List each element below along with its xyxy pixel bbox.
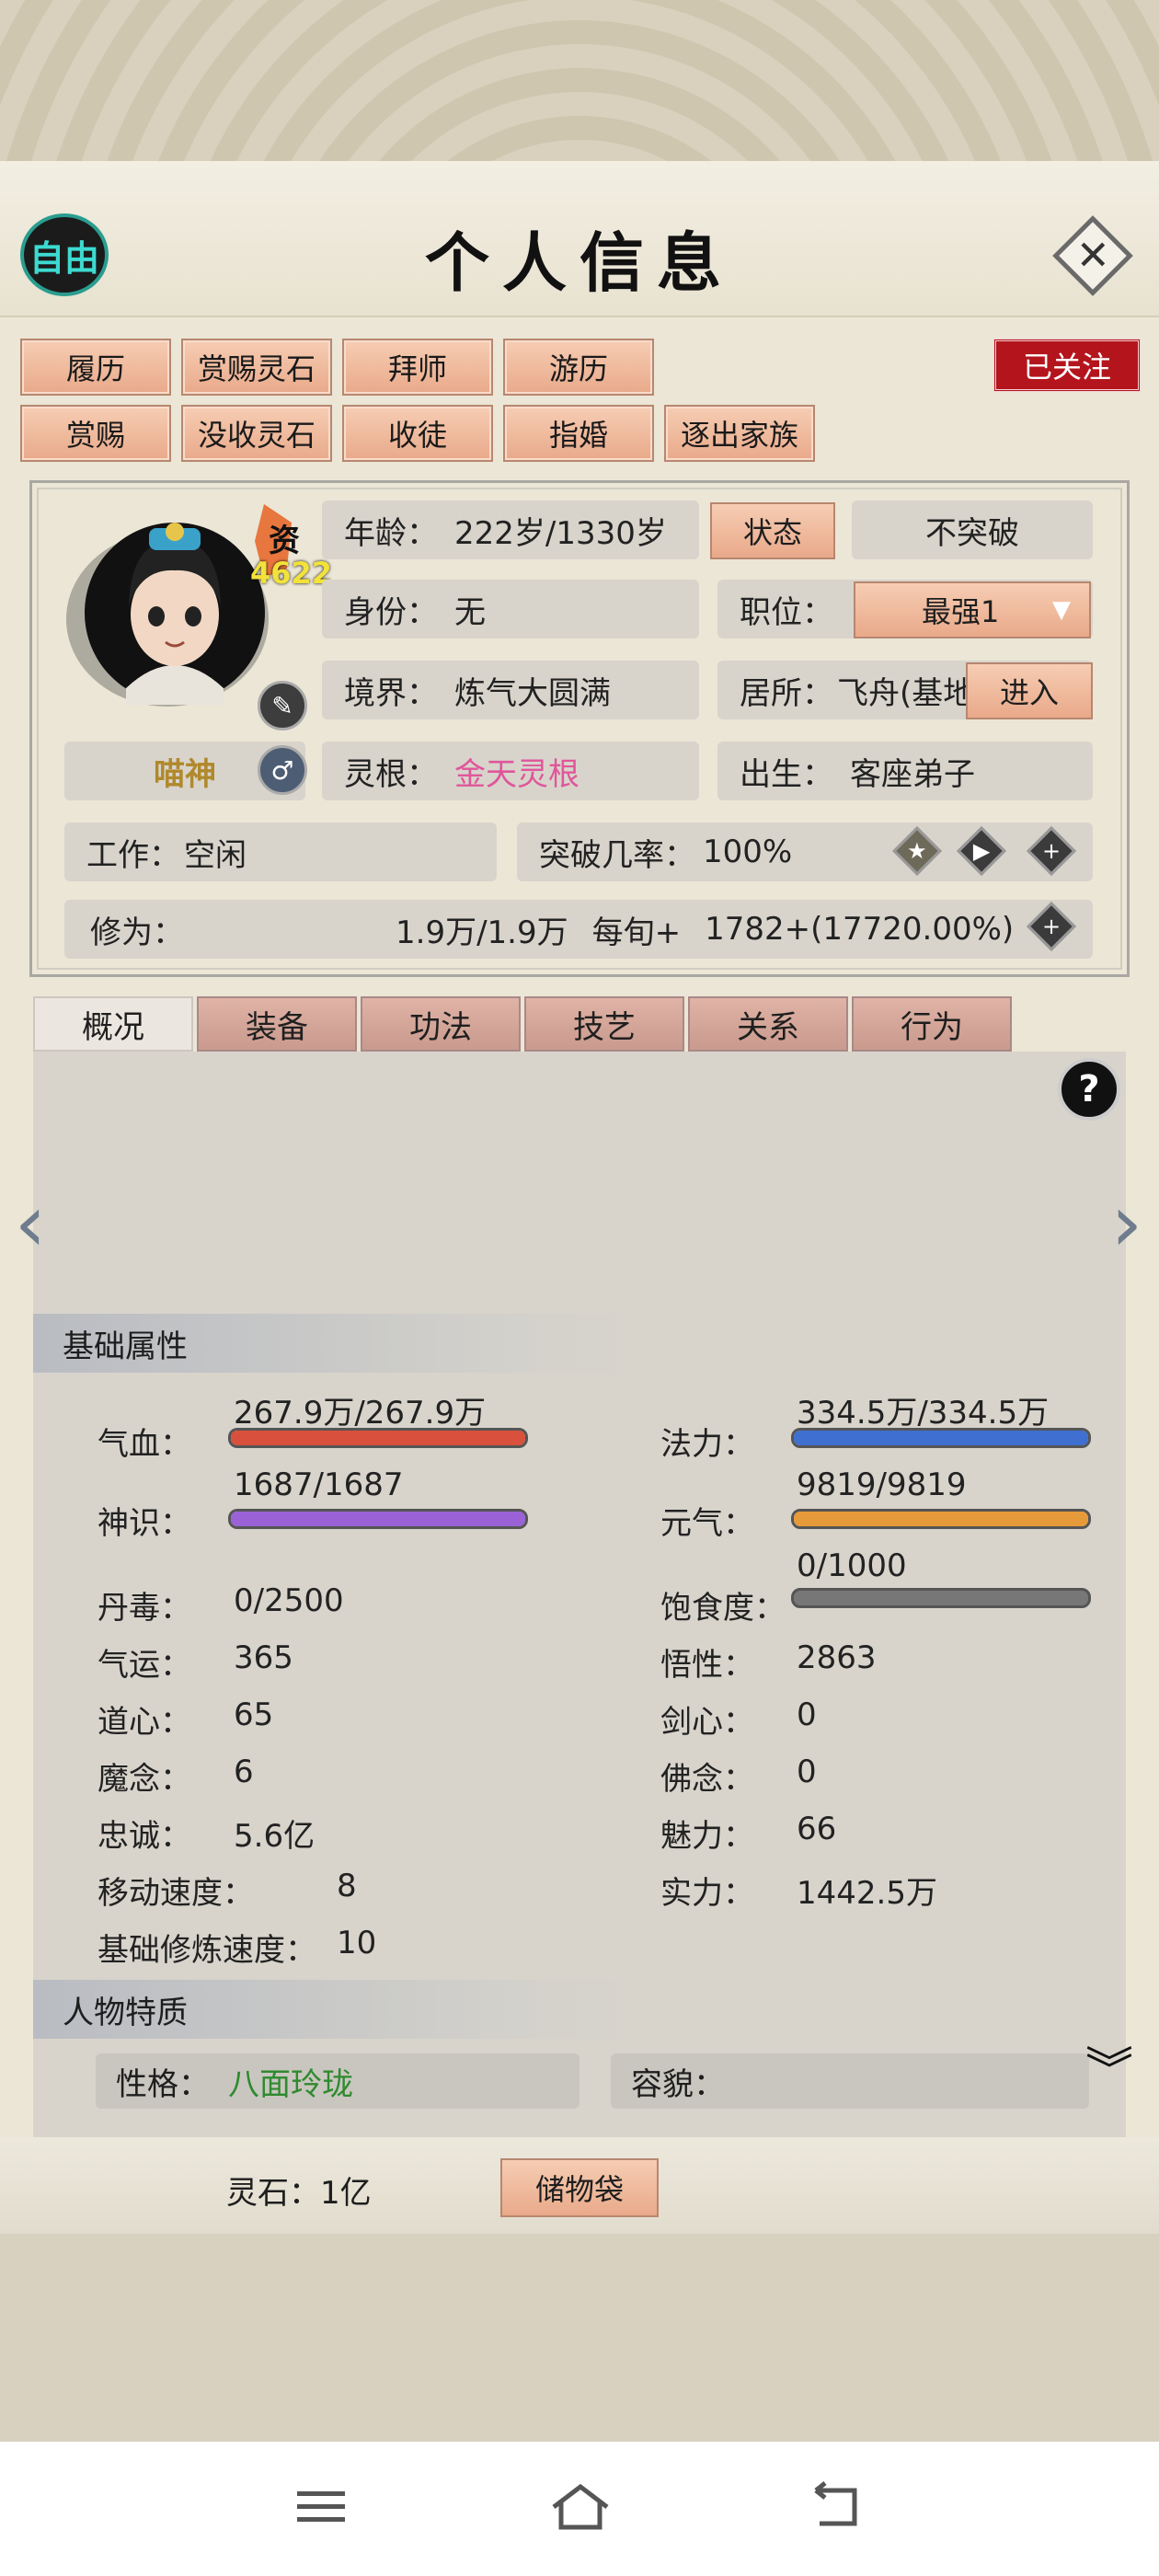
personality-field: 性格： 八面玲珑 xyxy=(96,2053,580,2109)
male-icon: ♂ xyxy=(258,745,307,795)
storage-bag-button[interactable]: 储物袋 xyxy=(500,2158,659,2217)
travel-button[interactable]: 游历 xyxy=(503,339,654,396)
reward-stones-button[interactable]: 赏赐灵石 xyxy=(181,339,332,396)
mp-bar xyxy=(791,1428,1091,1448)
tab-skills[interactable]: 功法 xyxy=(361,996,521,1052)
breakthrough-icon[interactable]: ★ xyxy=(892,826,942,876)
looks-field: 容貌： xyxy=(611,2053,1089,2109)
sense-bar xyxy=(228,1509,528,1529)
dao-label: 道心： xyxy=(98,1704,191,1741)
age-field: 年龄： 222岁/1330岁 xyxy=(322,500,699,559)
back-icon[interactable] xyxy=(795,2475,878,2539)
speed-value: 8 xyxy=(337,1868,357,1904)
speed-label: 移动速度： xyxy=(98,1875,254,1912)
status-button[interactable]: 状态 xyxy=(710,502,835,559)
hp-value: 267.9万/267.9万 xyxy=(234,1395,487,1432)
power-value: 1442.5万 xyxy=(797,1875,937,1912)
train-speed-label: 基础修炼速度： xyxy=(98,1932,316,1969)
history-button[interactable]: 履历 xyxy=(20,339,171,396)
take-master-button[interactable]: 拜师 xyxy=(342,339,493,396)
help-button[interactable]: ? xyxy=(1058,1058,1120,1121)
enter-button[interactable]: 进入 xyxy=(966,662,1093,719)
page-title: 个人信息 xyxy=(425,224,734,301)
wisdom-value: 2863 xyxy=(797,1639,877,1676)
mode-badge[interactable]: 自由 xyxy=(20,213,109,296)
basic-attributes-header: 基础属性 xyxy=(33,1314,640,1373)
cultivation-field: 修为： 1.9万/1.9万 每旬+ 1782+(17720.00%) xyxy=(64,900,1093,959)
follow-badge[interactable]: 已关注 xyxy=(993,339,1141,392)
work-field: 工作： 空闲 xyxy=(64,822,497,881)
home-icon[interactable] xyxy=(539,2475,622,2539)
tab-crafts[interactable]: 技艺 xyxy=(524,996,684,1052)
tab-equipment[interactable]: 装备 xyxy=(197,996,357,1052)
satiety-label: 饱食度： xyxy=(660,1590,786,1627)
menu-icon[interactable] xyxy=(280,2475,362,2539)
luck-label: 气运： xyxy=(98,1647,191,1684)
luck-value: 365 xyxy=(234,1639,293,1676)
plus-icon[interactable]: + xyxy=(1027,826,1076,876)
train-speed-value: 10 xyxy=(337,1925,377,1961)
aptitude-label: 资 xyxy=(269,523,300,559)
wisdom-label: 悟性： xyxy=(660,1647,754,1684)
tab-overview[interactable]: 概况 xyxy=(33,996,193,1052)
take-disciple-button[interactable]: 收徒 xyxy=(342,405,493,462)
sense-label: 神识： xyxy=(98,1505,191,1542)
realm-field: 境界： 炼气大圆满 xyxy=(322,661,699,719)
satiety-bar xyxy=(791,1588,1091,1608)
brush-icon: ✎ xyxy=(271,690,293,721)
scroll-down-icon[interactable]: ︾ xyxy=(1085,2047,1133,2095)
vital-bar xyxy=(791,1509,1091,1529)
demon-label: 魔念： xyxy=(98,1761,191,1798)
next-arrow[interactable]: › xyxy=(1104,1178,1150,1270)
top-decoration xyxy=(0,0,1159,161)
sword-label: 剑心： xyxy=(660,1704,754,1741)
demon-value: 6 xyxy=(234,1754,254,1790)
vital-value: 9819/9819 xyxy=(797,1466,967,1503)
reward-button[interactable]: 赏赐 xyxy=(20,405,171,462)
traits-header: 人物特质 xyxy=(33,1980,640,2039)
chevron-down-icon: ▼ xyxy=(1052,596,1071,624)
sword-value: 0 xyxy=(797,1696,817,1733)
sense-value: 1687/1687 xyxy=(234,1466,404,1503)
arrange-marriage-button[interactable]: 指婚 xyxy=(503,405,654,462)
vital-label: 元气： xyxy=(660,1505,754,1542)
satiety-value: 0/1000 xyxy=(797,1547,907,1584)
spirit-root-field: 灵根： 金天灵根 xyxy=(322,742,699,800)
identity-field: 身份：无 xyxy=(322,580,699,638)
no-breakthrough-button[interactable]: 不突破 xyxy=(852,500,1093,559)
edit-portrait-button[interactable]: ✎ xyxy=(258,681,307,730)
expel-button[interactable]: 逐出家族 xyxy=(664,405,815,462)
mp-value: 334.5万/334.5万 xyxy=(797,1395,1050,1432)
position-dropdown[interactable]: 最强1 ▼ xyxy=(854,581,1091,638)
close-button[interactable]: ✕ xyxy=(1050,213,1135,298)
poison-label: 丹毒： xyxy=(98,1590,191,1627)
birth-field: 出生： 客座弟子 xyxy=(717,742,1093,800)
power-label: 实力： xyxy=(660,1875,754,1912)
confiscate-stones-button[interactable]: 没收灵石 xyxy=(181,405,332,462)
poison-value: 0/2500 xyxy=(234,1582,344,1619)
breakthrough-rate-field: 突破几率： 100% xyxy=(517,822,1093,881)
aptitude-value: 4622 xyxy=(250,556,333,591)
charm-value: 66 xyxy=(797,1811,837,1847)
close-icon: ✕ xyxy=(1075,232,1110,279)
lower-decoration xyxy=(0,2234,1159,2442)
hp-label: 气血： xyxy=(98,1426,191,1463)
dao-value: 65 xyxy=(234,1696,274,1733)
buddha-label: 佛念： xyxy=(660,1761,754,1798)
plus-icon[interactable]: + xyxy=(1027,902,1076,951)
tab-relations[interactable]: 关系 xyxy=(688,996,848,1052)
tab-behavior[interactable]: 行为 xyxy=(852,996,1012,1052)
play-icon[interactable]: ▶ xyxy=(957,826,1006,876)
mp-label: 法力： xyxy=(660,1426,754,1463)
charm-label: 魅力： xyxy=(660,1818,754,1855)
buddha-value: 0 xyxy=(797,1754,817,1790)
loyalty-label: 忠诚： xyxy=(98,1818,191,1855)
hp-bar xyxy=(228,1428,528,1448)
spirit-stone-count: 灵石：1亿 xyxy=(226,2175,372,2212)
loyalty-value: 5.6亿 xyxy=(234,1818,316,1855)
previous-arrow[interactable]: ‹ xyxy=(7,1178,53,1270)
